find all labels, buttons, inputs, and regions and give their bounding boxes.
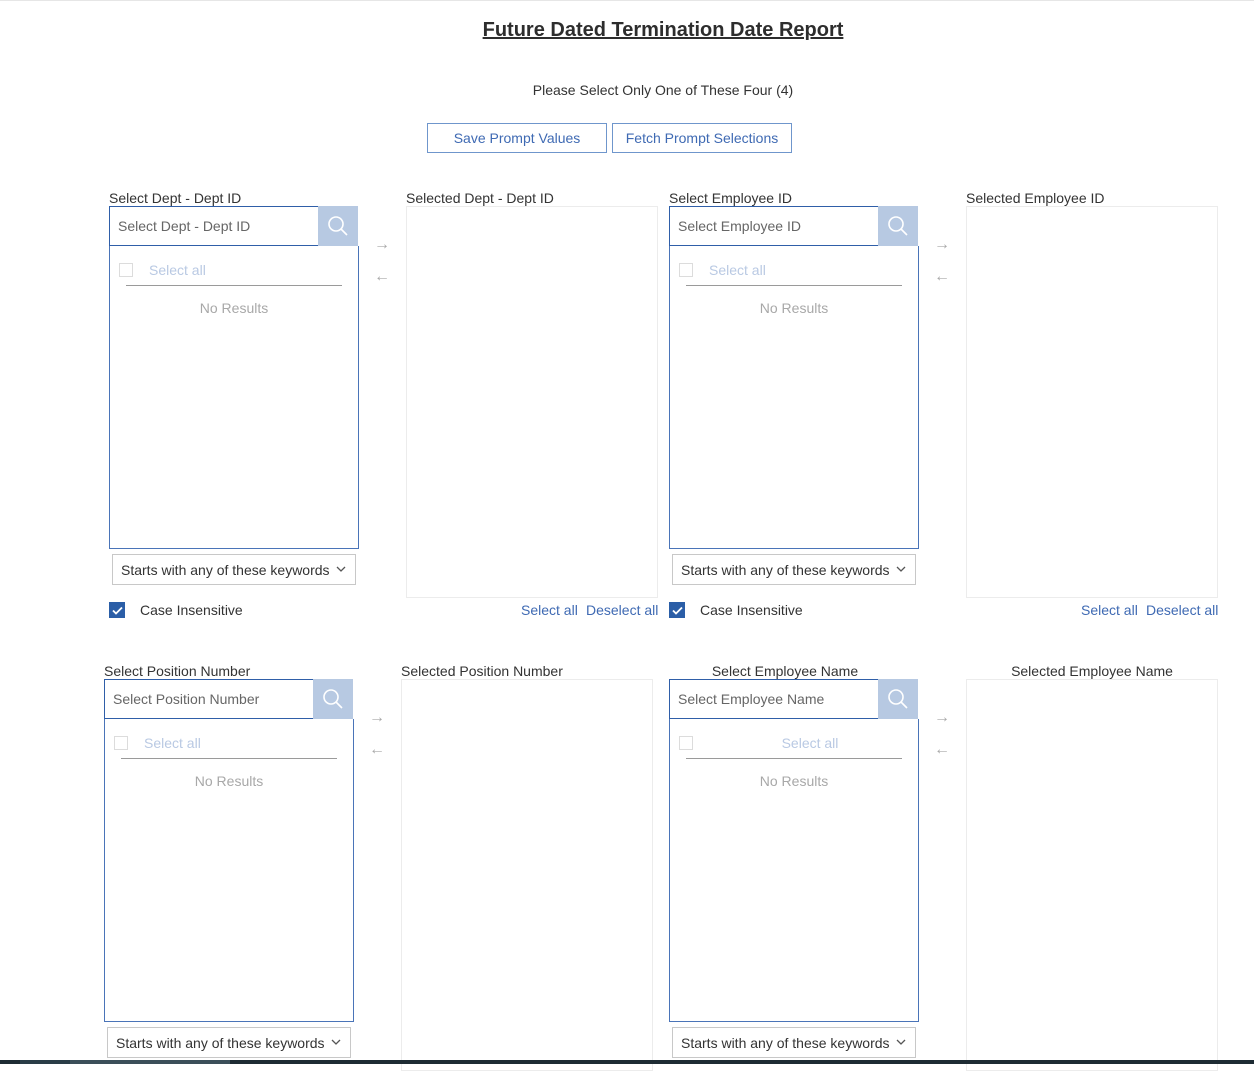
dept-case-insensitive-checkbox[interactable]: [109, 602, 125, 618]
dept-select-all-label[interactable]: Select all: [149, 262, 206, 278]
employee-name-selected-label: Selected Employee Name: [1011, 663, 1173, 679]
divider: [126, 285, 342, 286]
dept-match-mode-value: Starts with any of these keywords: [121, 561, 330, 578]
employee-id-selected-label: Selected Employee ID: [966, 190, 1105, 206]
employee-id-no-results: No Results: [759, 300, 829, 316]
position-move-left-arrow-icon[interactable]: ←: [369, 741, 385, 759]
employee-id-select-all-link[interactable]: Select all: [1081, 602, 1138, 618]
employee-name-available-list[interactable]: Select all No Results: [669, 719, 919, 1022]
dept-available-list[interactable]: Select all No Results: [109, 246, 359, 549]
employee-name-match-mode-select[interactable]: Starts with any of these keywords: [672, 1027, 916, 1058]
employee-id-move-left-arrow-icon[interactable]: ←: [934, 268, 950, 286]
employee-name-move-left-arrow-icon[interactable]: ←: [934, 741, 950, 759]
dept-selected-label: Selected Dept - Dept ID: [406, 190, 554, 206]
search-icon: [888, 689, 908, 709]
divider: [686, 285, 902, 286]
employee-id-available-list[interactable]: Select all No Results: [669, 246, 919, 549]
employee-name-move-right-arrow-icon[interactable]: →: [934, 709, 950, 727]
position-select-all-checkbox[interactable]: [114, 736, 128, 750]
save-prompt-values-button[interactable]: Save Prompt Values: [427, 123, 607, 153]
chevron-down-icon: [331, 1039, 341, 1045]
employee-id-match-mode-select[interactable]: Starts with any of these keywords: [672, 554, 916, 585]
position-selected-label: Selected Position Number: [401, 663, 563, 679]
employee-id-deselect-all-link[interactable]: Deselect all: [1146, 602, 1218, 618]
employee-id-case-insensitive-label: Case Insensitive: [700, 602, 803, 618]
employee-name-select-all-label[interactable]: Select all: [670, 735, 950, 751]
position-search-field[interactable]: [104, 679, 314, 719]
position-search-button[interactable]: [313, 679, 353, 719]
chevron-down-icon: [336, 566, 346, 572]
position-search-input[interactable]: [105, 680, 313, 718]
employee-id-prompt-label: Select Employee ID: [669, 190, 792, 206]
employee-id-match-mode-value: Starts with any of these keywords: [681, 561, 890, 578]
position-no-results: No Results: [194, 773, 264, 789]
employee-name-selected-list[interactable]: [966, 679, 1218, 1071]
position-move-right-arrow-icon[interactable]: →: [369, 709, 385, 727]
checkmark-icon: [111, 606, 123, 615]
dept-match-mode-select[interactable]: Starts with any of these keywords: [112, 554, 356, 585]
employee-name-search-input[interactable]: [670, 680, 878, 718]
page-instructions: Please Select Only One of These Four (4): [532, 82, 794, 98]
chevron-down-icon: [896, 566, 906, 572]
taskbar-strip: [0, 1060, 1254, 1064]
dept-deselect-all-link[interactable]: Deselect all: [586, 602, 658, 618]
position-selected-list[interactable]: [401, 679, 653, 1071]
dept-move-left-arrow-icon[interactable]: ←: [374, 268, 390, 286]
search-icon: [328, 216, 348, 236]
fetch-prompt-selections-button[interactable]: Fetch Prompt Selections: [612, 123, 792, 153]
dept-search-button[interactable]: [318, 206, 358, 246]
employee-name-match-mode-value: Starts with any of these keywords: [681, 1034, 890, 1051]
position-match-mode-select[interactable]: Starts with any of these keywords: [107, 1027, 351, 1058]
taskbar-segment: [70, 1060, 230, 1064]
dept-search-input[interactable]: [110, 207, 318, 245]
dept-selected-list[interactable]: [406, 206, 658, 598]
employee-id-search-button[interactable]: [878, 206, 918, 246]
employee-id-case-insensitive-checkbox[interactable]: [669, 602, 685, 618]
dept-search-field[interactable]: [109, 206, 319, 246]
employee-name-search-button[interactable]: [878, 679, 918, 719]
dept-prompt-label: Select Dept - Dept ID: [109, 190, 242, 206]
top-divider: [0, 0, 1254, 1]
position-select-all-label[interactable]: Select all: [144, 735, 201, 751]
divider: [686, 758, 902, 759]
taskbar-segment: [20, 1060, 70, 1064]
position-match-mode-value: Starts with any of these keywords: [116, 1034, 325, 1051]
employee-id-search-input[interactable]: [670, 207, 878, 245]
page-title: Future Dated Termination Date Report: [482, 19, 844, 41]
dept-case-insensitive-label: Case Insensitive: [140, 602, 243, 618]
employee-id-search-field[interactable]: [669, 206, 879, 246]
employee-id-move-right-arrow-icon[interactable]: →: [934, 236, 950, 254]
employee-name-prompt-label: Select Employee Name: [711, 663, 859, 679]
employee-id-select-all-checkbox[interactable]: [679, 263, 693, 277]
divider: [121, 758, 337, 759]
employee-name-search-field[interactable]: [669, 679, 879, 719]
dept-select-all-checkbox[interactable]: [119, 263, 133, 277]
dept-move-right-arrow-icon[interactable]: →: [374, 236, 390, 254]
position-available-list[interactable]: Select all No Results: [104, 719, 354, 1022]
employee-id-select-all-label[interactable]: Select all: [709, 262, 766, 278]
dept-select-all-link[interactable]: Select all: [521, 602, 578, 618]
dept-no-results: No Results: [199, 300, 269, 316]
employee-id-selected-list[interactable]: [966, 206, 1218, 598]
checkmark-icon: [671, 606, 683, 615]
search-icon: [323, 689, 343, 709]
chevron-down-icon: [896, 1039, 906, 1045]
position-prompt-label: Select Position Number: [104, 663, 251, 679]
search-icon: [888, 216, 908, 236]
employee-name-no-results: No Results: [759, 773, 829, 789]
